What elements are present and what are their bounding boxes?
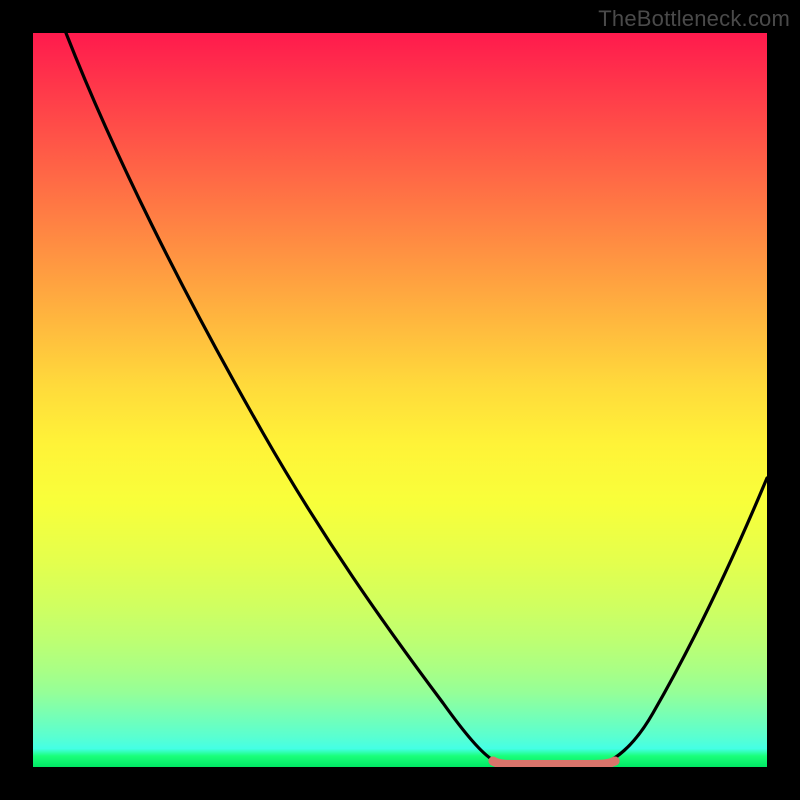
- chart-frame: TheBottleneck.com: [0, 0, 800, 800]
- plot-area: [33, 33, 767, 767]
- watermark-text: TheBottleneck.com: [598, 6, 790, 32]
- bottleneck-curve: [33, 33, 767, 767]
